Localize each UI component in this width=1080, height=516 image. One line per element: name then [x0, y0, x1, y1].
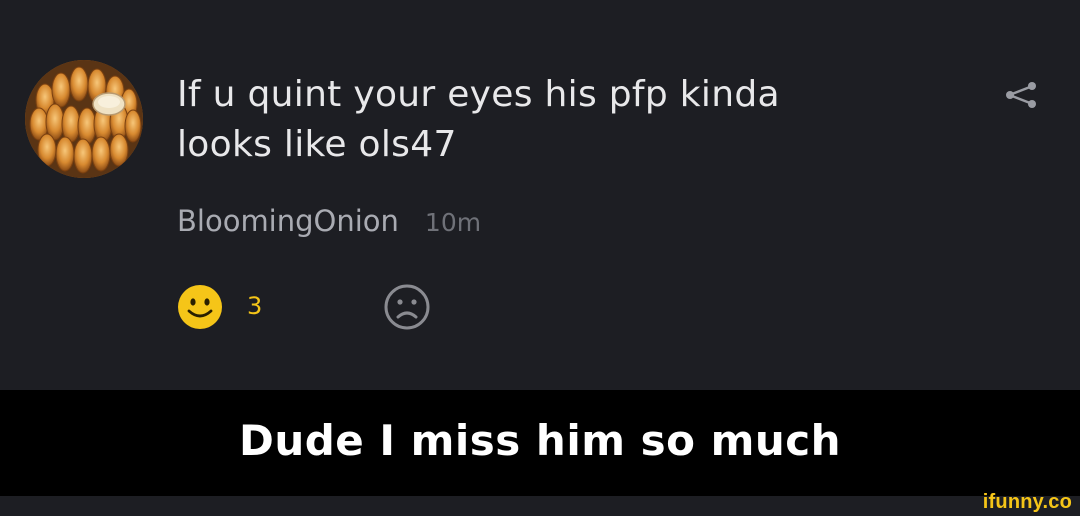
- share-button[interactable]: [1000, 80, 1040, 110]
- avatar[interactable]: [25, 60, 143, 178]
- smile-button[interactable]: [175, 282, 225, 332]
- caption-bar: Dude I miss him so much: [0, 390, 1080, 496]
- smile-emoji-icon: [178, 285, 222, 329]
- comment-card: If u quint your eyes his pfp kinda looks…: [0, 0, 1080, 390]
- frown-button[interactable]: [382, 282, 432, 332]
- reactions: 3: [175, 282, 455, 332]
- comment-text-line1: If u quint your eyes his pfp kinda: [177, 74, 780, 115]
- username[interactable]: BloomingOnion: [177, 204, 399, 238]
- screen: If u quint your eyes his pfp kinda looks…: [0, 0, 1080, 516]
- caption-text: Dude I miss him so much: [238, 415, 842, 465]
- comment-meta: BloomingOnion 10m: [177, 204, 481, 248]
- frown-face-icon: [384, 284, 430, 330]
- blooming-onion-avatar-icon: [25, 60, 143, 178]
- comment-text: If u quint your eyes his pfp kinda looks…: [177, 70, 957, 170]
- smile-count: 3: [247, 292, 263, 320]
- share-icon: [1006, 82, 1036, 108]
- comment-text-line2: looks like ols47: [177, 124, 457, 165]
- timestamp: 10m: [424, 208, 482, 237]
- ifunny-watermark: ifunny.co: [982, 491, 1072, 513]
